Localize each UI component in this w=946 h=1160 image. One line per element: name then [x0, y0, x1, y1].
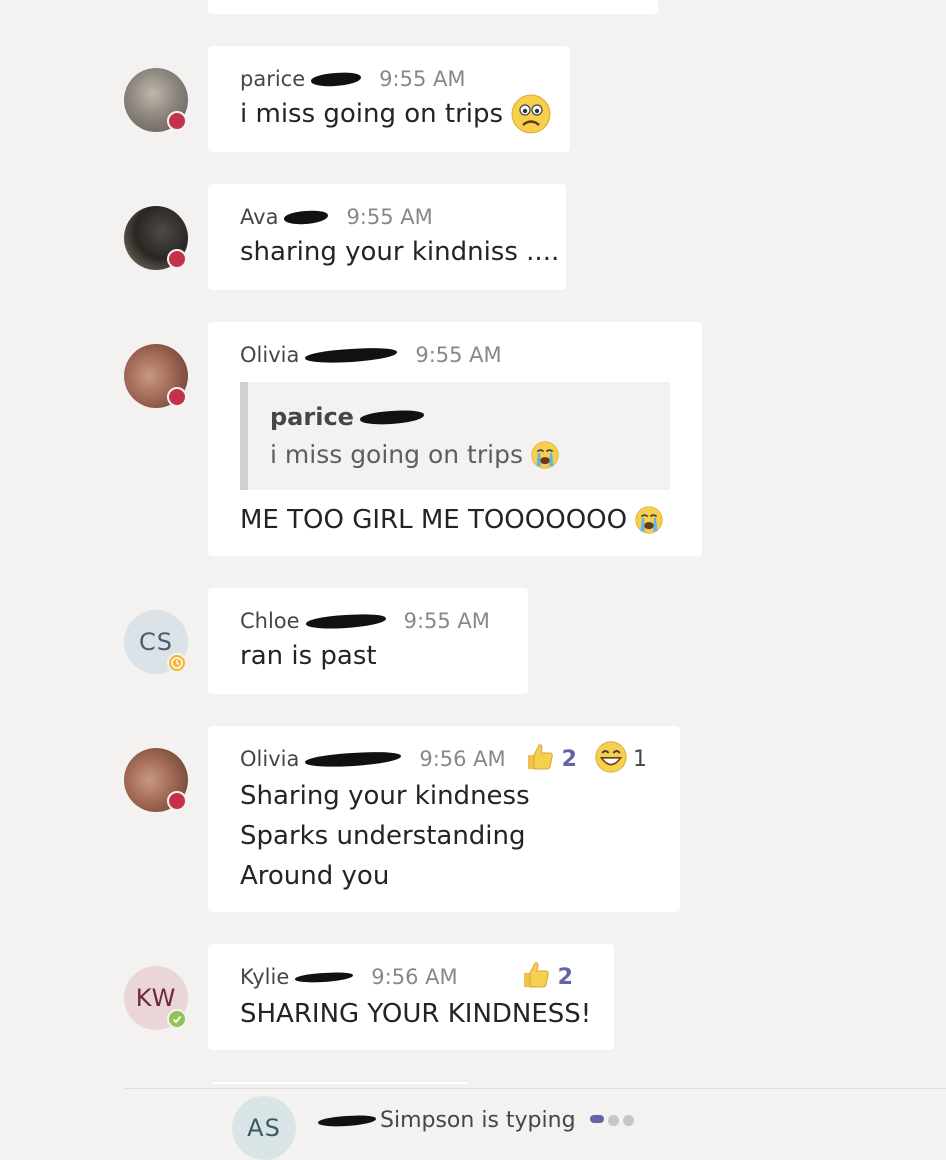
timestamp: 9:55 AM: [403, 609, 490, 633]
redacted-surname: [305, 749, 402, 769]
reaction-count: 1: [632, 746, 647, 772]
message-line: Around you: [240, 861, 390, 891]
message-text: sharing your kindniss ....: [240, 237, 560, 267]
typing-dots-icon: [586, 1115, 634, 1126]
author-name[interactable]: Olivia: [240, 747, 299, 771]
crying-face-icon: [531, 441, 559, 469]
author-name[interactable]: parice: [240, 67, 305, 91]
message-card: Kylie 9:56 AM 2 SHARING YOUR KINDNESS!: [208, 944, 614, 1050]
crying-face-icon: [635, 506, 663, 534]
message-card: Chloe 9:55 AM ran is past: [208, 588, 528, 694]
message-text: ME TOO GIRL ME TOOOOOOO: [240, 505, 628, 535]
quoted-message[interactable]: parice i miss going on trips: [240, 382, 670, 490]
author-name[interactable]: Kylie: [240, 965, 289, 989]
typing-indicator: AS Simpson is typing: [0, 1088, 946, 1160]
reaction-laugh[interactable]: 1: [595, 740, 647, 778]
redacted-surname: [305, 346, 398, 364]
available-check-icon: [167, 1009, 187, 1029]
redacted-name: [317, 1113, 377, 1128]
message-card: Olivia 9:56 AM 2 1 Sharing your kindness …: [208, 726, 680, 912]
thumbs-up-icon: [524, 741, 556, 778]
author-name[interactable]: Olivia: [240, 343, 299, 367]
partial-card-edge: [212, 1082, 468, 1084]
quote-author: parice: [270, 403, 354, 431]
avatar[interactable]: AS: [232, 1096, 296, 1160]
message-text: SHARING YOUR KINDNESS!: [240, 999, 592, 1029]
grinning-face-icon: [595, 740, 627, 778]
redacted-surname: [305, 612, 386, 630]
author-name[interactable]: Ava: [240, 205, 278, 229]
typing-text: Simpson is typing: [380, 1108, 576, 1133]
timestamp: 9:56 AM: [371, 965, 458, 989]
reaction-like[interactable]: 2: [520, 959, 573, 996]
previous-message-card: [208, 0, 658, 14]
busy-status-icon: [167, 387, 187, 407]
message-card: Olivia 9:55 AM parice i miss going on tri…: [208, 322, 702, 556]
avatar-initials: CS: [139, 628, 173, 656]
redacted-surname: [284, 209, 329, 225]
message-line: Sparks understanding: [240, 821, 526, 851]
timestamp: 9:56 AM: [419, 747, 506, 771]
busy-status-icon: [167, 249, 187, 269]
avatar-initials: KW: [135, 984, 177, 1012]
busy-status-icon: [167, 791, 187, 811]
worried-face-icon: [511, 94, 551, 134]
message-line: Sharing your kindness: [240, 781, 530, 811]
timestamp: 9:55 AM: [346, 205, 433, 229]
message-card: parice 9:55 AM i miss going on trips: [208, 46, 570, 152]
quote-text: i miss going on trips: [270, 440, 523, 469]
thumbs-up-icon: [520, 959, 552, 996]
reaction-like[interactable]: 2: [524, 741, 577, 778]
avatar-initials: AS: [247, 1114, 281, 1142]
message-text: i miss going on trips: [240, 99, 504, 129]
away-clock-icon: [167, 653, 187, 673]
timestamp: 9:55 AM: [415, 343, 502, 367]
message-text: ran is past: [240, 641, 377, 671]
message-card: Ava 9:55 AM sharing your kindniss ....: [208, 184, 566, 290]
redacted-surname: [359, 408, 425, 426]
reaction-count: 2: [561, 746, 577, 772]
redacted-surname: [310, 71, 362, 87]
busy-status-icon: [167, 111, 187, 131]
reaction-count: 2: [557, 964, 573, 990]
redacted-surname: [295, 970, 354, 984]
timestamp: 9:55 AM: [379, 67, 466, 91]
author-name[interactable]: Chloe: [240, 609, 300, 633]
